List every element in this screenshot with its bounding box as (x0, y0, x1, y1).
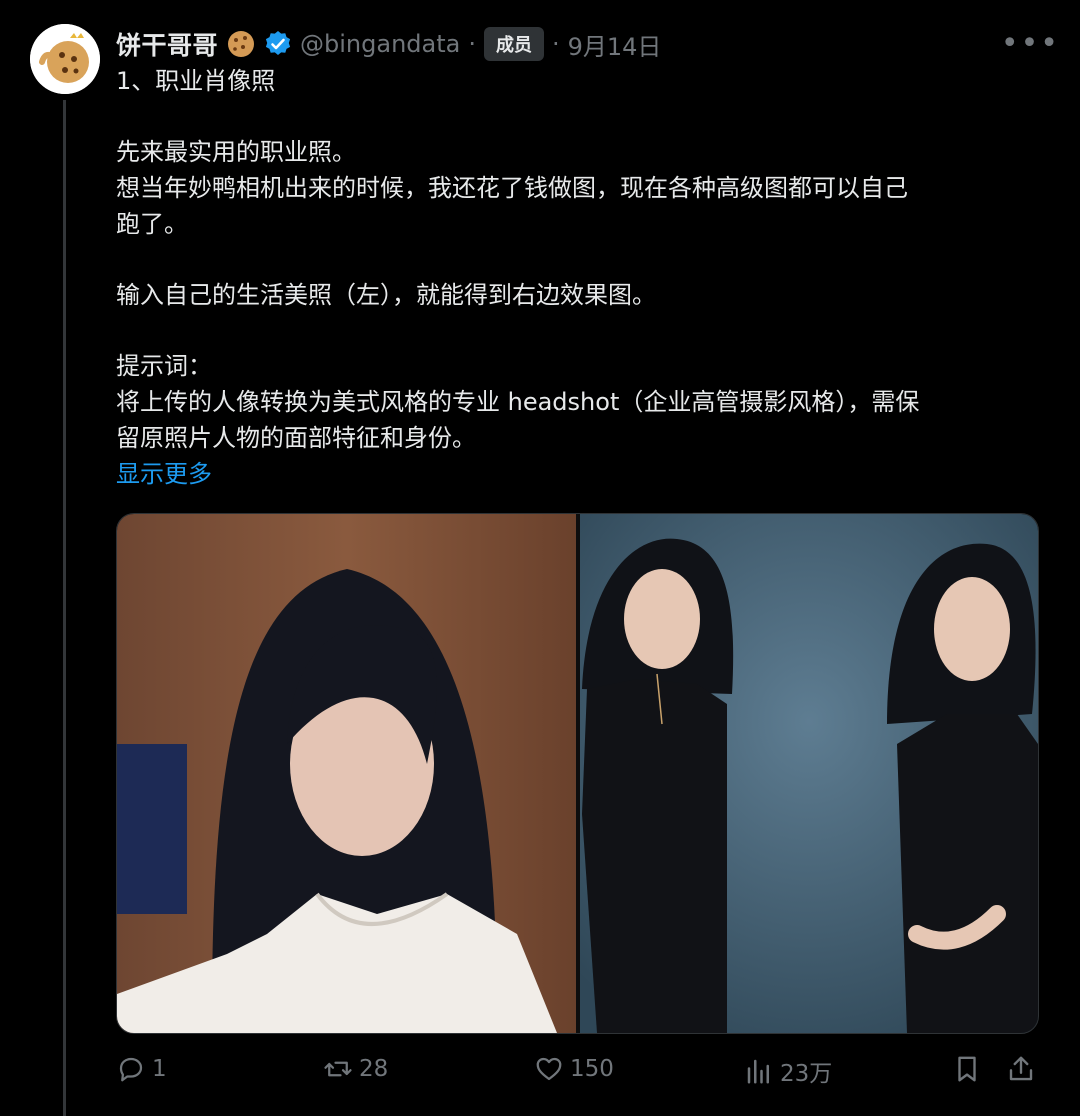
more-options-icon[interactable]: ••• (1001, 26, 1060, 61)
bar-chart-icon (747, 1059, 769, 1084)
post-header: 饼干哥哥 @bingandata · 成员 · 9月14日 (116, 22, 1060, 66)
separator-dot: · (551, 30, 560, 58)
post-actions-bar: 1 28 150 23万 (116, 1054, 1042, 1094)
show-more-link[interactable]: 显示更多 (116, 456, 1056, 492)
post-line: 留原照片人物的面部特征和身份。 (116, 424, 476, 452)
bookmark-icon (958, 1056, 976, 1082)
post-line: 1、职业肖像照 (116, 67, 276, 95)
post-line: 想当年妙鸭相机出来的时候，我还花了钱做图，现在各种高级图都可以自己 (116, 174, 908, 202)
share-button[interactable] (1006, 1054, 1036, 1084)
member-badge[interactable]: 成员 (483, 27, 544, 61)
repost-button[interactable]: 28 (323, 1054, 388, 1084)
avatar-cookie-image (30, 24, 100, 94)
reply-icon (119, 1057, 143, 1082)
bookmark-button[interactable] (952, 1054, 982, 1084)
original-photo (117, 514, 576, 1033)
repost-icon (324, 1061, 352, 1077)
avatar[interactable] (30, 24, 100, 94)
post-line: 输入自己的生活美照（左），就能得到右边效果图。 (116, 281, 656, 309)
repost-count: 28 (359, 1056, 389, 1082)
post-line: 将上传的人像转换为美式风格的专业 headshot（企业高管摄影风格），需保 (116, 388, 920, 416)
share-icon (1009, 1056, 1033, 1081)
reply-button[interactable]: 1 (116, 1054, 167, 1084)
post-line: 跑了。 (116, 210, 188, 238)
verified-badge-icon (264, 30, 292, 58)
author-display-name[interactable]: 饼干哥哥 (116, 26, 218, 62)
post-media-image[interactable] (116, 513, 1039, 1034)
author-handle[interactable]: @bingandata (300, 30, 460, 58)
headshot-result-photo (580, 514, 1038, 1033)
post-line: 提示词： (116, 352, 212, 380)
views-button[interactable]: 23万 (744, 1054, 832, 1088)
post-line: 先来最实用的职业照。 (116, 138, 356, 166)
post-date[interactable]: 9月14日 (568, 27, 662, 62)
reply-count: 1 (152, 1056, 167, 1082)
cookie-emoji-icon (226, 29, 256, 59)
heart-icon (536, 1057, 562, 1081)
like-button[interactable]: 150 (534, 1054, 614, 1084)
like-count: 150 (570, 1056, 614, 1082)
thread-line (63, 100, 66, 1116)
post-text: 1、职业肖像照 先来最实用的职业照。 想当年妙鸭相机出来的时候，我还花了钱做图，… (116, 63, 1056, 492)
separator-dot: · (468, 30, 476, 58)
views-count: 23万 (780, 1061, 833, 1087)
